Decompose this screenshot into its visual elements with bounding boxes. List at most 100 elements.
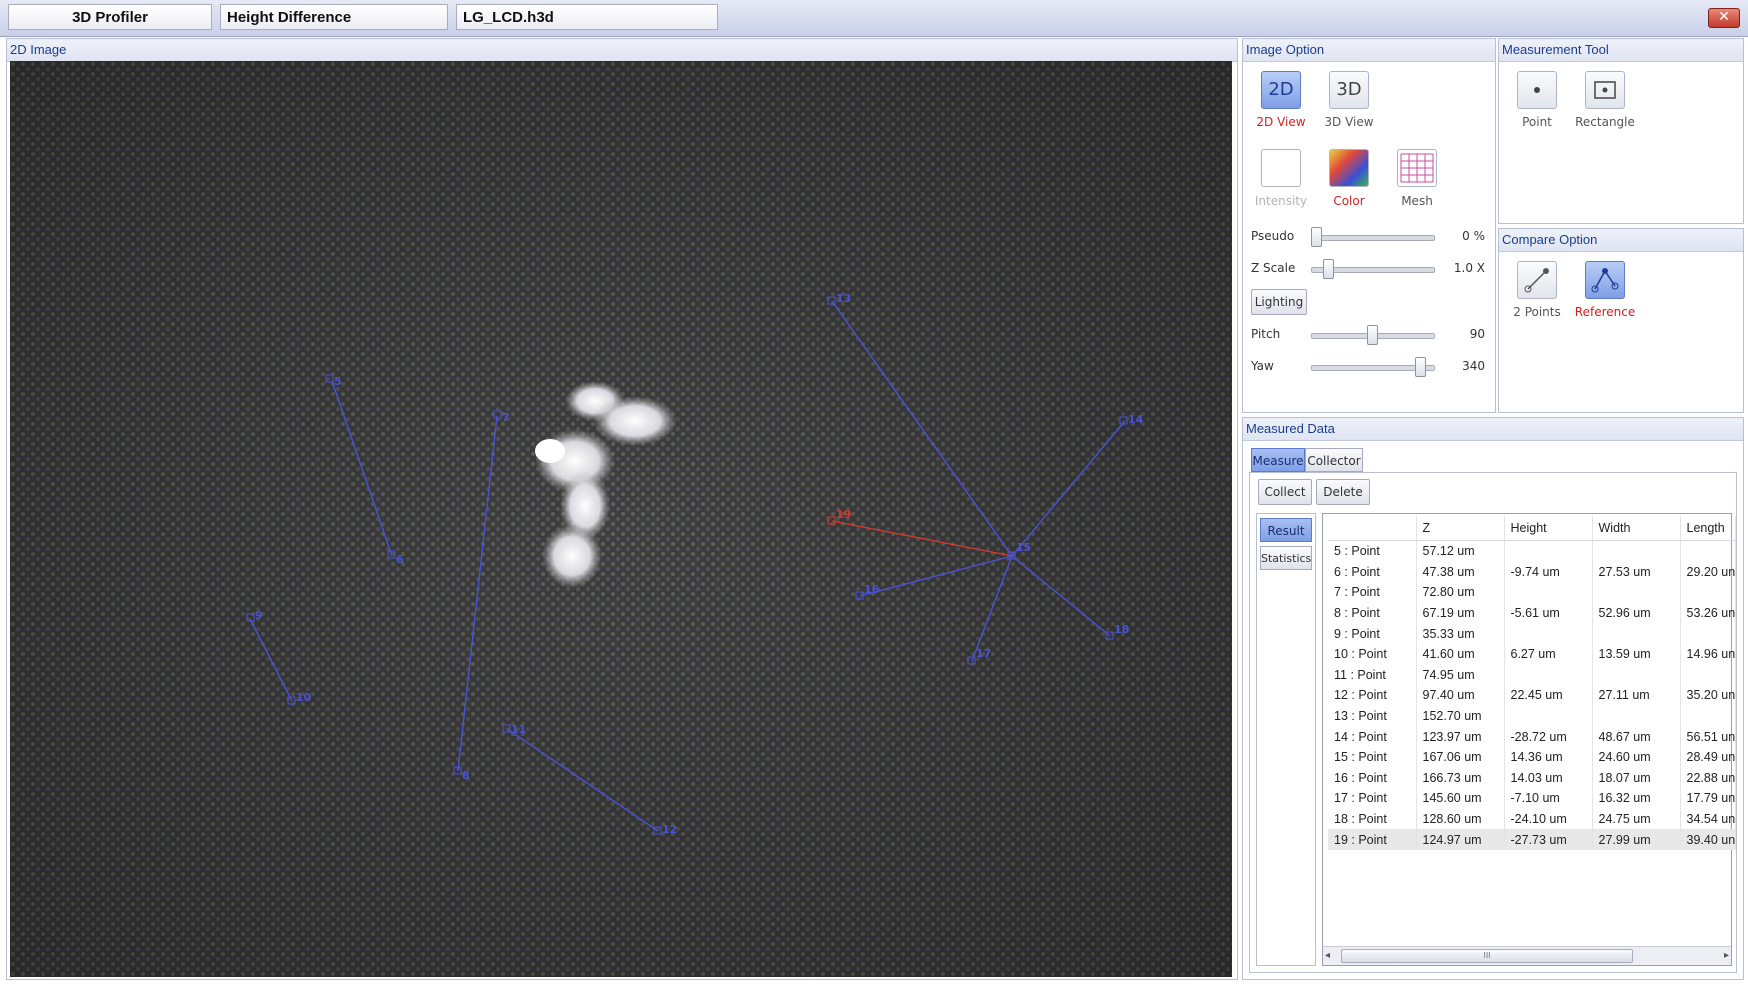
rectangle-tool-button[interactable]	[1585, 71, 1625, 109]
table-row[interactable]: 6 : Point 47.38 um -9.74 um 27.53 um 29.20 u…	[1328, 561, 1736, 583]
marker-label: 17	[976, 647, 991, 660]
table-cell	[1680, 705, 1736, 727]
zscale-value: 1.0 X	[1453, 261, 1485, 275]
view-3d-button[interactable]: 3D	[1329, 71, 1369, 109]
tab-statistics[interactable]: Statistics	[1260, 546, 1312, 570]
marker-label: 8	[462, 769, 470, 782]
microscope-image[interactable]: 5 6 7 8 9 10 11 12 13 14 15 16 17 18 19	[10, 61, 1232, 977]
lighting-button[interactable]: Lighting	[1251, 289, 1307, 315]
table-cell: 35.20 un	[1680, 685, 1736, 706]
column-header: Height	[1504, 516, 1593, 541]
tab-measure[interactable]: Measure	[1251, 448, 1305, 472]
table-cell: 13.59 um	[1592, 643, 1681, 665]
table-cell: 47.38 um	[1416, 561, 1505, 583]
column-header: Width	[1592, 516, 1681, 541]
table-cell	[1680, 623, 1736, 644]
horizontal-scrollbar[interactable]: ◂ III ▸	[1323, 946, 1731, 965]
scroll-left-icon[interactable]: ◂	[1325, 950, 1330, 961]
mesh-label: Mesh	[1401, 194, 1433, 208]
table-cell: 145.60 um	[1416, 788, 1505, 809]
pseudo-slider[interactable]	[1311, 235, 1435, 241]
compare-option-panel: Compare Option 2 Points Reference	[1498, 228, 1744, 413]
table-header-row: Z Height Width Length	[1328, 516, 1736, 541]
collect-button[interactable]: Collect	[1258, 479, 1312, 505]
table-cell	[1592, 540, 1681, 562]
marker-label: 18	[1114, 623, 1129, 636]
color-button[interactable]	[1329, 149, 1369, 187]
table-cell: 27.99 um	[1592, 829, 1681, 850]
close-button[interactable]: ✕	[1708, 8, 1740, 28]
mesh-button[interactable]	[1397, 149, 1437, 187]
table-cell: 123.97 um	[1416, 726, 1505, 747]
column-header: Z	[1416, 516, 1505, 541]
table-cell: 22.88 un	[1680, 767, 1736, 789]
yaw-slider-thumb[interactable]	[1415, 357, 1426, 377]
view-3d-label: 3D View	[1324, 115, 1374, 129]
table-row[interactable]: 5 : Point 57.12 um	[1328, 540, 1736, 562]
measurement-table: Z Height Width Length 5 : Point 57.12 um 6…	[1328, 516, 1736, 850]
marker-label: 10	[296, 691, 312, 704]
scroll-grip-icon: III	[1483, 951, 1491, 960]
table-row[interactable]: 10 : Point 41.60 um 6.27 um 13.59 um 14.96 u…	[1328, 643, 1736, 665]
table-row[interactable]: 14 : Point 123.97 um -28.72 um 48.67 um 56.5…	[1328, 726, 1736, 747]
table-cell	[1592, 664, 1681, 686]
image-viewport[interactable]: 5 6 7 8 9 10 11 12 13 14 15 16 17 18 19	[10, 61, 1232, 977]
table-cell: 97.40 um	[1416, 685, 1505, 706]
marker-label: 19	[836, 508, 851, 521]
table-row[interactable]: 15 : Point 167.06 um 14.36 um 24.60 um 28.49…	[1328, 746, 1736, 768]
table-cell: 48.67 um	[1592, 726, 1681, 747]
point-tool-button[interactable]	[1517, 71, 1557, 109]
table-cell	[1680, 664, 1736, 686]
table-row[interactable]: 7 : Point 72.80 um	[1328, 582, 1736, 603]
table-cell: 41.60 um	[1416, 643, 1505, 665]
table-cell: 27.53 um	[1592, 561, 1681, 583]
title-bar: 3D Profiler Height Difference LG_LCD.h3d…	[0, 0, 1748, 37]
table-cell: -28.72 um	[1504, 726, 1593, 747]
table-row[interactable]: 13 : Point 152.70 um	[1328, 705, 1736, 727]
table-cell: 6 : Point	[1328, 561, 1417, 583]
app-title: 3D Profiler	[72, 9, 148, 26]
table-cell: -9.74 um	[1504, 561, 1593, 583]
tab-collector[interactable]: Collector	[1305, 448, 1363, 472]
reference-button[interactable]	[1585, 261, 1625, 299]
table-cell: 12 : Point	[1328, 685, 1417, 706]
table-cell: 74.95 um	[1416, 664, 1505, 686]
image-panel: 2D Image 5 6 7 8 9 10 11 12 13 14 15 16 …	[6, 38, 1238, 980]
table-row[interactable]: 18 : Point 128.60 um -24.10 um 24.75 um 34.5…	[1328, 808, 1736, 830]
pitch-label: Pitch	[1251, 327, 1281, 341]
table-cell	[1592, 582, 1681, 603]
scroll-thumb[interactable]: III	[1341, 949, 1633, 963]
pseudo-slider-thumb[interactable]	[1311, 227, 1322, 247]
app-title-box: 3D Profiler	[8, 4, 212, 30]
two-points-button[interactable]	[1517, 261, 1557, 299]
table-row[interactable]: 12 : Point 97.40 um 22.45 um 27.11 um 35.20 …	[1328, 685, 1736, 706]
table-cell: 34.54 un	[1680, 808, 1736, 830]
table-row[interactable]: 8 : Point 67.19 um -5.61 um 52.96 um 53.26 u…	[1328, 602, 1736, 624]
measured-data-header: Measured Data	[1243, 418, 1743, 441]
file-title-box: LG_LCD.h3d	[456, 4, 718, 30]
rectangle-tool-label: Rectangle	[1575, 115, 1635, 129]
table-row[interactable]: 16 : Point 166.73 um 14.03 um 18.07 um 22.88…	[1328, 767, 1736, 789]
table-row[interactable]: 17 : Point 145.60 um -7.10 um 16.32 um 17.79…	[1328, 788, 1736, 809]
pseudo-value: 0 %	[1462, 229, 1485, 243]
pitch-slider-thumb[interactable]	[1367, 325, 1378, 345]
table-cell	[1592, 705, 1681, 727]
scroll-right-icon[interactable]: ▸	[1724, 950, 1729, 961]
zscale-slider-thumb[interactable]	[1323, 259, 1334, 279]
table-cell: -5.61 um	[1504, 602, 1593, 624]
table-cell: 14.36 um	[1504, 746, 1593, 768]
delete-button[interactable]: Delete	[1316, 479, 1370, 505]
table-row[interactable]: 9 : Point 35.33 um	[1328, 623, 1736, 644]
table-cell: 128.60 um	[1416, 808, 1505, 830]
table-cell	[1504, 540, 1593, 562]
table-cell: 124.97 um	[1416, 829, 1505, 850]
intensity-button[interactable]	[1261, 149, 1301, 187]
view-2d-button[interactable]: 2D	[1261, 71, 1301, 109]
table-row[interactable]: 11 : Point 74.95 um	[1328, 664, 1736, 686]
marker-label: 14	[1128, 413, 1144, 426]
mode-title-box: Height Difference	[220, 4, 448, 30]
tab-result[interactable]: Result	[1260, 518, 1312, 542]
table-cell: 14.96 un	[1680, 643, 1736, 665]
reference-label: Reference	[1574, 305, 1636, 319]
table-row[interactable]: 19 : Point 124.97 um -27.73 um 27.99 um 39.4…	[1328, 829, 1736, 850]
